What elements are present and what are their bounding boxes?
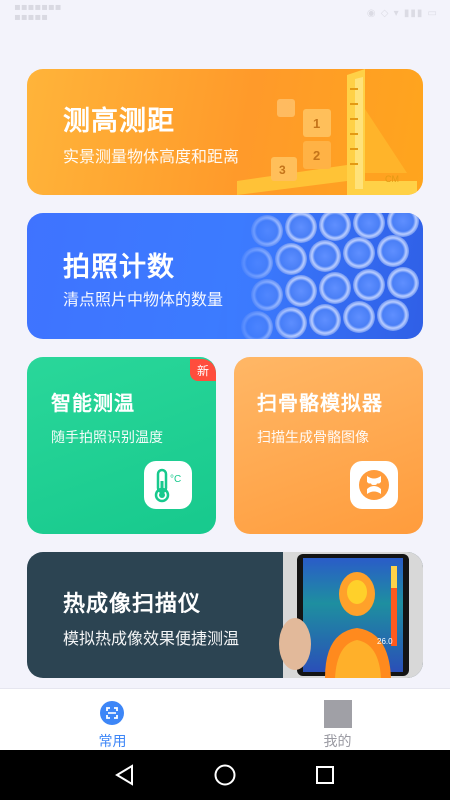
status-right-icons: ◉ ◇ ▾ ▮▮▮ ▭	[366, 8, 438, 19]
measure-card-title: 测高测距	[63, 106, 175, 137]
system-navigation-bar	[0, 750, 450, 800]
block-number-3: 3	[279, 163, 286, 177]
skeleton-simulator-card[interactable]: 扫骨骼模拟器 扫描生成骨骼图像	[234, 357, 423, 534]
status-bar: ▪▪▪▪▪▪▪ ▪▪▪▪▪ ◉ ◇ ▾ ▮▮▮ ▭	[0, 0, 450, 30]
ruler-unit-label: CM	[385, 174, 399, 184]
status-left-info: ▪▪▪▪▪▪▪ ▪▪▪▪▪	[14, 2, 62, 23]
smart-temperature-card[interactable]: 新 智能测温 随手拍照识别温度 °C	[27, 357, 216, 534]
home-icon[interactable]	[214, 764, 236, 786]
block-number-1: 1	[313, 116, 320, 131]
temperature-card-title: 智能测温	[51, 391, 135, 415]
skeleton-card-title: 扫骨骼模拟器	[257, 391, 383, 415]
back-icon[interactable]	[115, 764, 133, 786]
temperature-card-subtitle: 随手拍照识别温度	[51, 430, 163, 446]
nav-item-mine[interactable]: 我的	[225, 689, 450, 751]
thermal-card-subtitle: 模拟热成像效果便捷测温	[63, 629, 240, 648]
count-card-subtitle: 清点照片中物体的数量	[63, 290, 224, 309]
nav-label-common: 常用	[98, 734, 127, 750]
measure-height-distance-card[interactable]: CM 1 2 3 测高测距 实景测量物体高度和距离	[27, 69, 423, 195]
skeleton-card-subtitle: 扫描生成骨骼图像	[257, 430, 369, 446]
photo-count-card[interactable]: 拍照计数 清点照片中物体的数量	[27, 213, 423, 339]
thermometer-icon: °C	[144, 461, 192, 509]
thermal-readout: 26.0	[377, 637, 393, 646]
pipes-illustration	[227, 213, 423, 339]
nav-item-common[interactable]: 常用	[0, 689, 225, 751]
bottom-nav: 常用 我的	[0, 688, 450, 750]
recents-icon[interactable]	[316, 766, 334, 784]
block-number-2: 2	[313, 148, 320, 163]
count-card-title: 拍照计数	[63, 252, 175, 283]
bone-joint-icon	[350, 461, 398, 509]
thermal-imaging-card[interactable]: 26.0 热成像扫描仪 模拟热成像效果便捷测温	[27, 552, 423, 678]
measure-card-subtitle: 实景测量物体高度和距离	[63, 147, 240, 166]
new-badge: 新	[190, 359, 216, 381]
profile-placeholder-icon	[324, 700, 352, 728]
temperature-unit-label: °C	[170, 474, 181, 485]
ruler-blocks-illustration: CM 1 2 3	[237, 69, 417, 195]
nav-label-mine: 我的	[323, 734, 352, 750]
thermal-phone-illustration: 26.0	[279, 552, 423, 678]
thermal-card-title: 热成像扫描仪	[63, 592, 202, 617]
scan-icon	[100, 701, 124, 725]
